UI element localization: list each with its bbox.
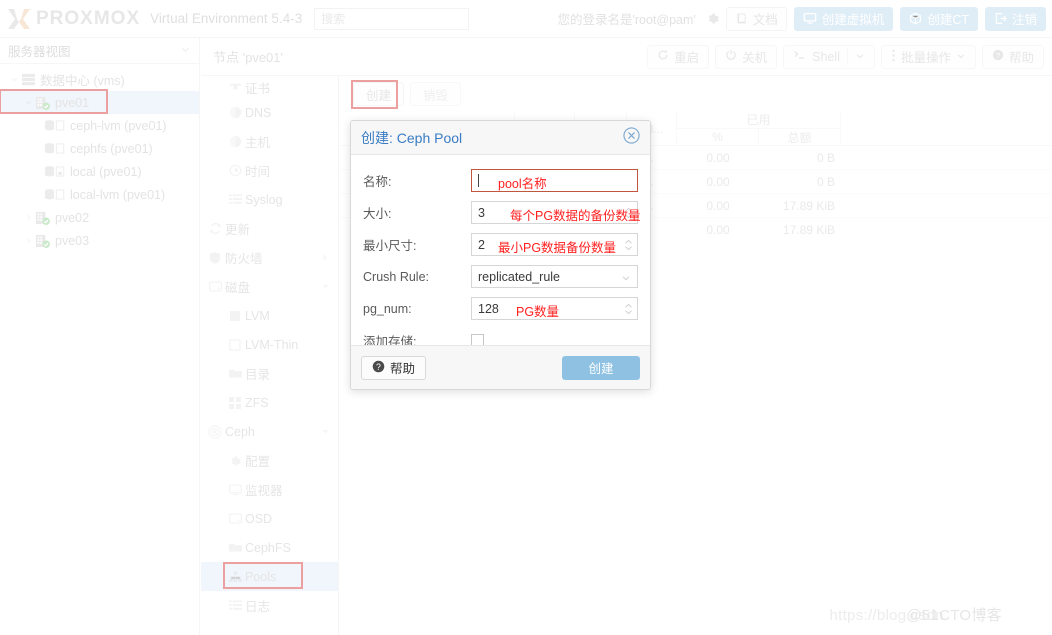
label-min-size: 最小尺寸: xyxy=(363,239,417,253)
min-size-value: 2 xyxy=(478,237,485,252)
annotation-pool-name: pool名称 xyxy=(498,177,547,191)
min-size-spinner[interactable]: 2 最小PG数据备份数量 xyxy=(471,233,638,256)
annotation-pg-num: PG数量 xyxy=(516,305,560,319)
svg-text:?: ? xyxy=(376,361,381,371)
watermark: https://blog.csdn.@51CTO博客 xyxy=(829,604,1044,625)
create-ceph-pool-dialog: 创建: Ceph Pool 名称: pool名称 大小: 3 每个PG数据的备份… xyxy=(350,120,651,390)
dialog-help-button[interactable]: ? 帮助 xyxy=(361,355,427,380)
field-row-name: 名称: pool名称 xyxy=(363,167,638,194)
pg-num-spinner[interactable]: 128 PG数量 xyxy=(471,297,638,320)
dialog-help-label: 帮助 xyxy=(390,362,416,376)
dialog-footer: ? 帮助 创建 xyxy=(351,345,650,389)
dialog-create-label: 创建 xyxy=(588,362,614,376)
dialog-title: 创建: Ceph Pool xyxy=(361,128,462,148)
pool-name-input[interactable]: pool名称 xyxy=(471,169,638,192)
annotation-min-size: 最小PG数据备份数量 xyxy=(498,241,617,255)
spinner-arrows-icon[interactable] xyxy=(624,202,633,223)
dialog-title-suffix: : Ceph Pool xyxy=(389,129,463,146)
field-row-crush-rule: Crush Rule: replicated_rule xyxy=(363,263,638,290)
label-size: 大小: xyxy=(363,207,392,221)
dialog-title-prefix: 创建 xyxy=(361,129,389,146)
annotation-size: 每个PG数据的备份数量 xyxy=(510,209,641,223)
spinner-arrows-icon[interactable] xyxy=(624,234,633,255)
crush-rule-value: replicated_rule xyxy=(478,269,560,284)
help-icon: ? xyxy=(372,360,385,376)
label-name: 名称: xyxy=(363,175,392,189)
spinner-arrows-icon[interactable] xyxy=(624,298,633,319)
dialog-header: 创建: Ceph Pool xyxy=(351,121,650,155)
text-caret xyxy=(478,174,479,187)
pg-num-value: 128 xyxy=(478,301,499,316)
label-crush-rule: Crush Rule: xyxy=(363,269,429,284)
field-row-size: 大小: 3 每个PG数据的备份数量 xyxy=(363,199,641,226)
watermark-site: @51CTO博客 xyxy=(906,607,1002,624)
dialog-create-button[interactable]: 创建 xyxy=(562,355,640,380)
field-row-pg-num: pg_num: 128 PG数量 xyxy=(363,295,638,322)
size-spinner[interactable]: 3 每个PG数据的备份数量 xyxy=(471,201,641,224)
label-pg-num: pg_num: xyxy=(363,301,412,316)
dialog-body: 名称: pool名称 大小: 3 每个PG数据的备份数量 最小尺寸: 2 最小P… xyxy=(351,155,650,367)
chevron-down-icon[interactable] xyxy=(621,272,631,286)
size-value: 3 xyxy=(478,205,485,220)
close-circle-icon[interactable] xyxy=(623,126,640,149)
crush-rule-select[interactable]: replicated_rule xyxy=(471,265,638,288)
field-row-min-size: 最小尺寸: 2 最小PG数据备份数量 xyxy=(363,231,638,258)
